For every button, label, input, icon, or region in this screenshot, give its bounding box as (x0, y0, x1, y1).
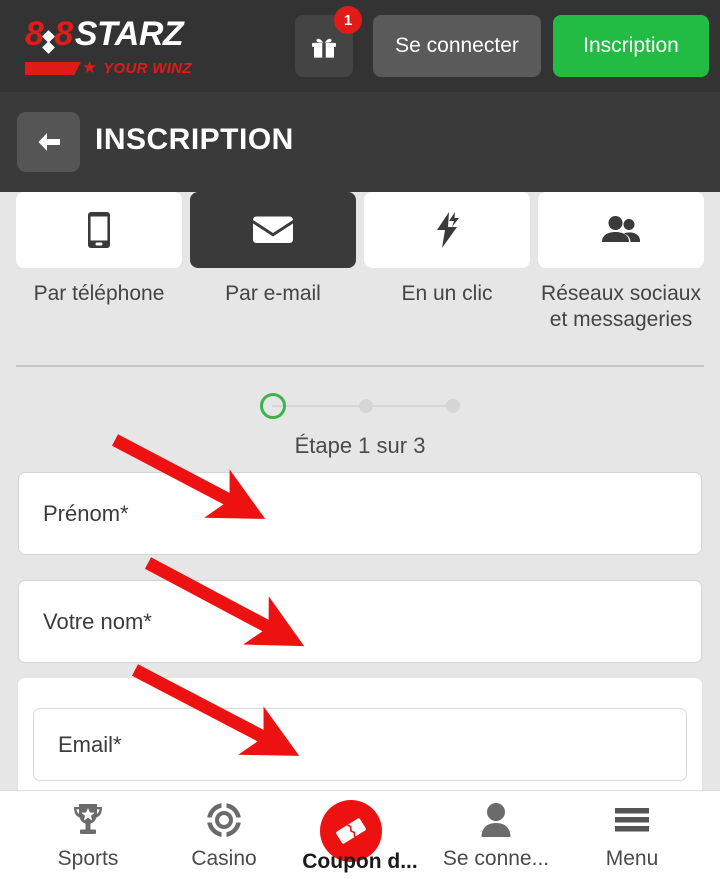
nav-label-casino: Casino (191, 847, 257, 870)
coupon-ticket-icon (336, 818, 366, 844)
firstname-label: Prénom* (43, 500, 129, 526)
logo-wordmark: 8 8 STARZ (25, 17, 205, 57)
tab-par-telephone[interactable]: Par téléphone (16, 192, 182, 307)
tab-par-email[interactable]: Par e-mail (190, 192, 356, 307)
tab-card-phone (16, 192, 182, 268)
user-icon (479, 799, 513, 841)
logo-diamond-icon (42, 30, 56, 54)
brand-logo[interactable]: 8 8 STARZ ★ YOUR WINZ (25, 17, 205, 77)
email-field[interactable]: Email* (33, 708, 687, 781)
tab-en-un-clic[interactable]: En un clic (364, 192, 530, 307)
nav-item-menu[interactable]: Menu (560, 799, 704, 891)
nav-item-login[interactable]: Se conne... (424, 799, 568, 891)
stepper-label: Étape 1 sur 3 (294, 433, 426, 458)
step-dot-1[interactable] (260, 393, 286, 419)
email-label: Email* (58, 731, 122, 757)
lastname-label: Votre nom* (43, 608, 152, 634)
tab-label-oneclick: En un clic (401, 282, 493, 305)
hamburger-menu-icon (613, 799, 651, 841)
tab-label-phone: Par téléphone (33, 282, 165, 305)
tab-card-social (538, 192, 704, 268)
top-header: 8 8 STARZ ★ YOUR WINZ 1 Se connecter Ins… (0, 0, 720, 92)
logo-star-icon: ★ (82, 58, 98, 77)
logo-brand-text: STARZ (74, 15, 184, 53)
gift-badge-count: 1 (334, 6, 362, 34)
app-root: 8 8 STARZ ★ YOUR WINZ 1 Se connecter Ins… (0, 0, 720, 896)
section-divider (16, 365, 704, 367)
stepper-dots (260, 392, 460, 420)
logo-tagline-row: ★ YOUR WINZ (25, 58, 205, 77)
logo-banner-icon (25, 62, 81, 75)
bolt-icon (437, 212, 459, 248)
envelope-icon (253, 216, 293, 243)
registration-stepper: Étape 1 sur 3 (0, 392, 720, 459)
tab-reseaux-sociaux[interactable]: Réseaux sociaux et messageries (538, 192, 704, 333)
lastname-field[interactable]: Votre nom* (18, 580, 702, 663)
page-title: INSCRIPTION (95, 123, 294, 156)
gift-icon (312, 38, 336, 58)
nav-label-menu: Menu (605, 847, 659, 870)
register-button[interactable]: Inscription (553, 15, 709, 77)
nav-label-coupon: Coupon d... (302, 850, 418, 873)
back-button[interactable] (17, 112, 80, 172)
nav-label-sports: Sports (57, 847, 119, 870)
logo-tagline-text: YOUR WINZ (103, 60, 192, 77)
login-button[interactable]: Se connecter (373, 15, 541, 77)
trophy-icon (70, 799, 106, 841)
nav-item-casino[interactable]: Casino (152, 799, 296, 891)
tab-label-email: Par e-mail (225, 282, 321, 305)
tab-label-social: Réseaux sociaux et messageries (541, 282, 701, 331)
email-field-card: Email* (18, 678, 702, 798)
logo-digit-left: 8 (25, 15, 44, 53)
gift-bonus-button[interactable]: 1 (295, 6, 362, 77)
nav-item-sports[interactable]: Sports (16, 799, 160, 891)
arrow-left-icon (38, 133, 60, 151)
logo-digit-right: 8 (54, 15, 73, 53)
tab-card-email (190, 192, 356, 268)
casino-chip-icon (205, 799, 243, 841)
step-dot-2[interactable] (359, 399, 373, 413)
phone-icon (88, 212, 110, 248)
people-icon (602, 216, 640, 242)
step-dot-3[interactable] (446, 399, 460, 413)
tab-card-oneclick (364, 192, 530, 268)
nav-label-login: Se conne... (442, 847, 550, 870)
firstname-field[interactable]: Prénom* (18, 472, 702, 555)
